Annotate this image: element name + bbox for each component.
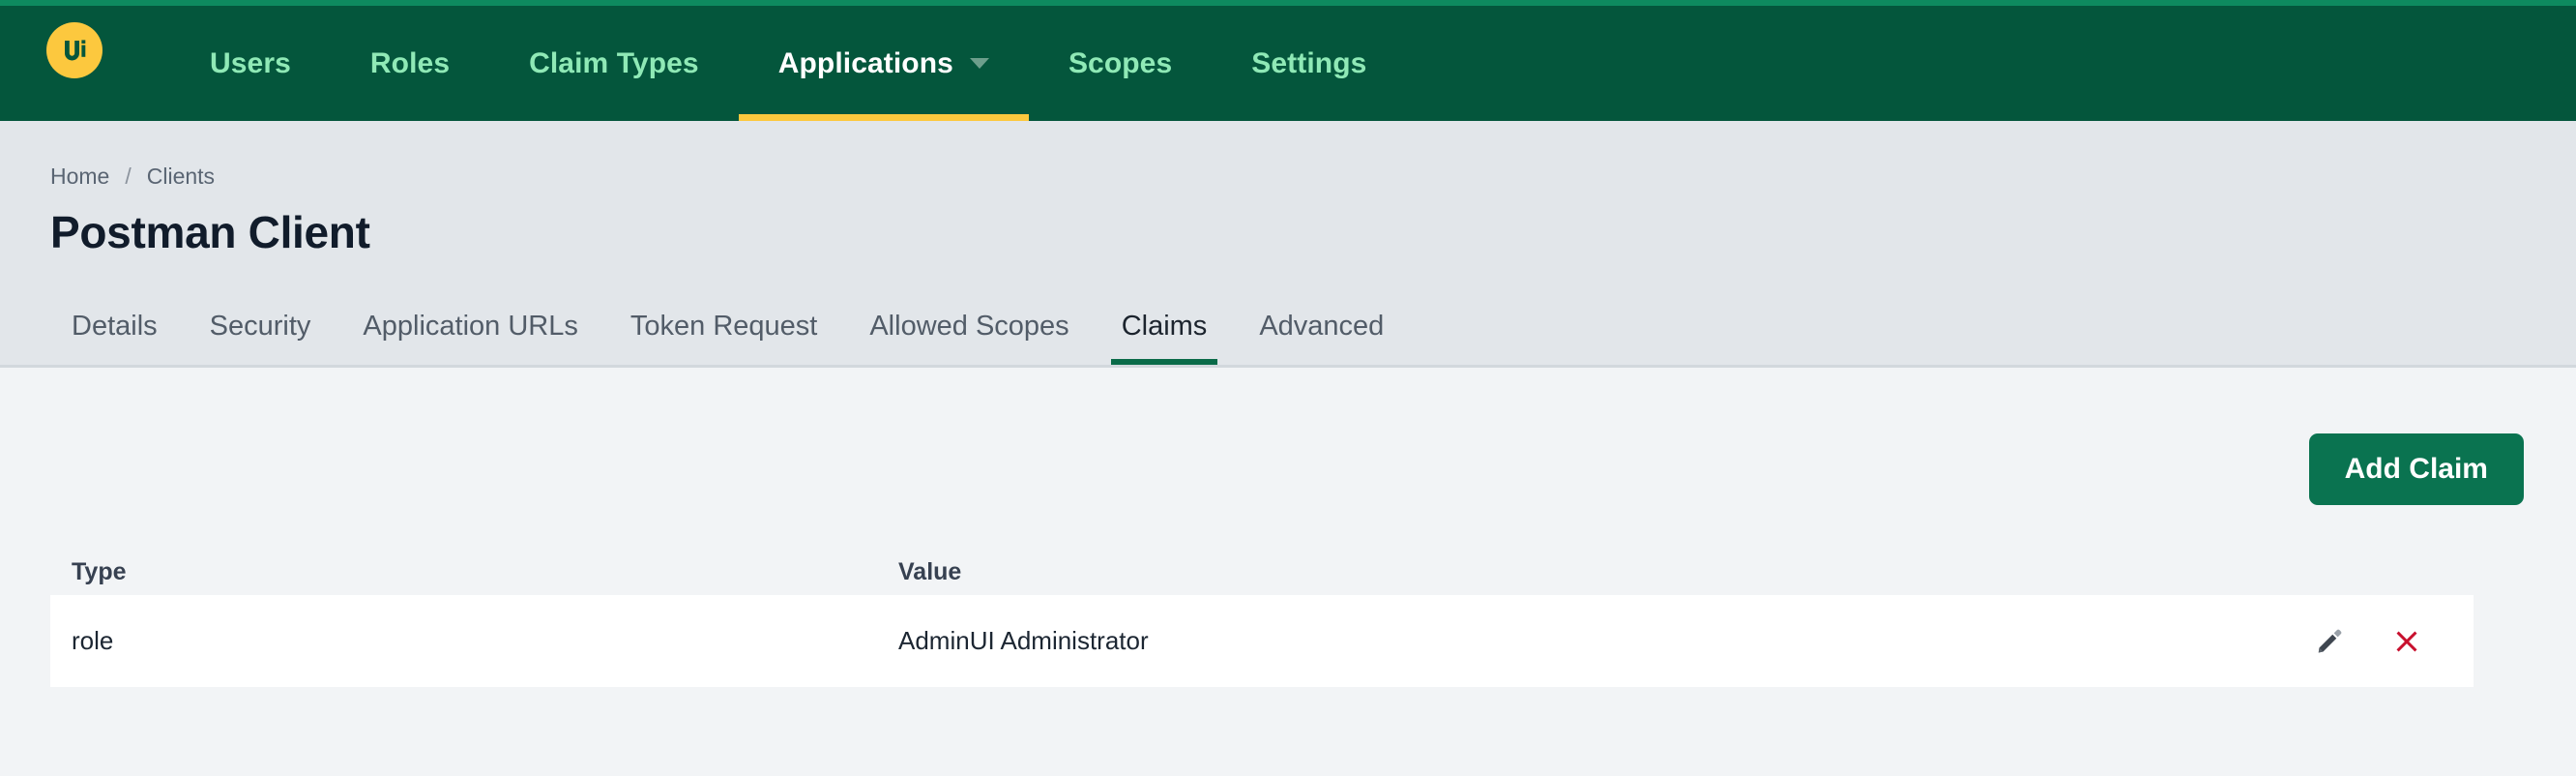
nav-item-label: Claim Types [529,46,699,79]
table-header-row: Type Value [50,549,2526,595]
tab-label: Advanced [1259,311,1385,342]
claims-table: Type Value role AdminUI Administrator [50,549,2526,687]
nav-item-users[interactable]: Users [170,6,331,121]
nav-item-label: Roles [369,46,451,79]
nav-item-applications[interactable]: Applications [738,6,1029,121]
nav-item-list: Users Roles Claim Types Applications Sco… [170,6,1406,121]
brand-logo[interactable] [46,22,102,78]
tab-label: Token Request [629,311,818,342]
tab-details[interactable]: Details [50,311,184,365]
tab-claims[interactable]: Claims [1096,311,1234,365]
chevron-down-icon [969,58,989,69]
table-row: role AdminUI Administrator [50,595,2474,687]
tab-label: Application URLs [363,311,578,342]
main-content: Add Claim Type Value role AdminUI Admini… [0,368,2576,687]
breadcrumb: Home / Clients [50,121,2576,190]
tab-bar: Details Security Application URLs Token … [50,311,1410,365]
breadcrumb-item-home[interactable]: Home [50,164,109,190]
tab-label: Details [72,311,158,342]
nav-item-label: Scopes [1068,46,1173,79]
pencil-icon[interactable] [2313,625,2346,658]
column-header-type: Type [72,557,127,585]
nav-item-label: Applications [777,46,953,79]
nav-item-scopes[interactable]: Scopes [1029,6,1212,121]
column-header-value: Value [898,557,962,585]
nav-item-label: Users [210,46,291,79]
tab-label: Allowed Scopes [869,311,1069,342]
cell-claim-value: AdminUI Administrator [898,626,1149,655]
row-actions [2280,625,2474,658]
nav-item-label: Settings [1251,46,1367,79]
tab-token-request[interactable]: Token Request [604,311,843,365]
page-title: Postman Client [50,207,370,257]
nav-item-roles[interactable]: Roles [331,6,489,121]
tab-application-urls[interactable]: Application URLs [337,311,603,365]
nav-item-settings[interactable]: Settings [1212,6,1406,121]
tab-advanced[interactable]: Advanced [1233,311,1410,365]
nav-active-underline [738,114,1029,121]
close-x-icon[interactable] [2390,625,2423,658]
tab-active-underline [1110,359,1218,365]
ui-logo-icon [58,34,91,67]
breadcrumb-separator: / [125,164,132,189]
tab-allowed-scopes[interactable]: Allowed Scopes [843,311,1095,365]
tab-security[interactable]: Security [184,311,337,365]
breadcrumb-item-clients[interactable]: Clients [147,164,215,190]
page-header: Home / Clients Postman Client Details Se… [0,121,2576,368]
tab-label: Security [209,311,311,342]
nav-item-claim-types[interactable]: Claim Types [489,6,739,121]
tab-label: Claims [1121,311,1208,342]
main-navigation-bar: Users Roles Claim Types Applications Sco… [0,6,2576,121]
claims-toolbar: Add Claim [50,368,2526,505]
add-claim-button[interactable]: Add Claim [2308,433,2524,505]
cell-claim-type: role [72,626,114,655]
